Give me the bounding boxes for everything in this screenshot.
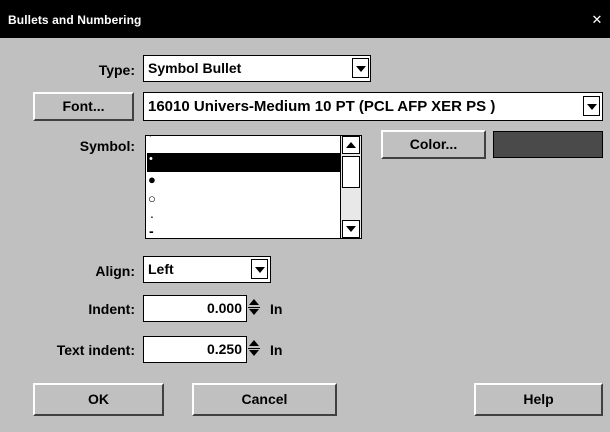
indent-value: 0.000 — [206, 300, 242, 316]
scroll-down-arrow-icon[interactable] — [342, 220, 360, 238]
align-dropdown[interactable]: Left — [143, 256, 271, 283]
text-indent-label: Text indent: — [56, 342, 135, 358]
list-item[interactable]: ● — [147, 172, 340, 191]
scroll-thumb[interactable] — [342, 156, 360, 188]
close-icon[interactable]: ✕ — [590, 13, 604, 27]
symbol-label: Symbol: — [79, 138, 135, 154]
scroll-up-arrow-icon[interactable] — [342, 136, 360, 154]
window-title: Bullets and Numbering — [8, 13, 142, 27]
indent-field[interactable]: 0.000 — [143, 295, 247, 322]
symbol-listbox[interactable]: ' • ● ○ . - — [145, 135, 362, 239]
text-indent-field[interactable]: 0.250 — [143, 336, 247, 363]
list-item[interactable]: • — [147, 153, 340, 172]
indent-label: Indent: — [88, 301, 135, 317]
ok-button-label: OK — [88, 391, 109, 407]
bullets-numbering-dialog: Bullets and Numbering ✕ Type: Symbol Bul… — [0, 0, 610, 432]
cancel-button-label: Cancel — [241, 391, 288, 407]
list-item[interactable]: - — [147, 223, 340, 238]
symbol-scrollbar[interactable] — [340, 136, 361, 238]
increment-arrow-icon[interactable] — [249, 299, 259, 305]
font-dropdown[interactable]: 16010 Univers-Medium 10 PT (PCL AFP XER … — [143, 92, 603, 121]
color-button-label: Color... — [409, 136, 458, 152]
help-button[interactable]: Help — [474, 383, 603, 416]
text-indent-stepper[interactable] — [248, 337, 261, 361]
chevron-down-icon[interactable] — [352, 58, 369, 78]
increment-arrow-icon[interactable] — [249, 340, 259, 346]
align-value: Left — [148, 261, 174, 277]
type-dropdown[interactable]: Symbol Bullet — [143, 55, 371, 82]
text-indent-unit: In — [270, 342, 283, 358]
color-button[interactable]: Color... — [381, 130, 486, 159]
font-value: 16010 Univers-Medium 10 PT (PCL AFP XER … — [148, 98, 496, 115]
decrement-arrow-icon[interactable] — [249, 309, 259, 315]
align-label: Align: — [95, 263, 135, 279]
title-bar[interactable]: Bullets and Numbering ✕ — [0, 0, 610, 38]
ok-button[interactable]: OK — [33, 383, 164, 416]
cancel-button[interactable]: Cancel — [192, 383, 337, 416]
help-button-label: Help — [523, 391, 554, 407]
chevron-down-icon[interactable] — [251, 259, 268, 279]
list-item[interactable]: ○ — [147, 191, 340, 210]
indent-unit: In — [270, 301, 283, 317]
font-button-label: Font... — [62, 98, 105, 114]
chevron-down-icon[interactable] — [583, 96, 600, 116]
color-swatch — [493, 131, 603, 158]
indent-stepper[interactable] — [248, 296, 261, 320]
text-indent-value: 0.250 — [206, 341, 242, 357]
font-button[interactable]: Font... — [33, 92, 134, 121]
decrement-arrow-icon[interactable] — [249, 350, 259, 356]
type-value: Symbol Bullet — [148, 60, 242, 76]
type-label: Type: — [98, 62, 135, 78]
